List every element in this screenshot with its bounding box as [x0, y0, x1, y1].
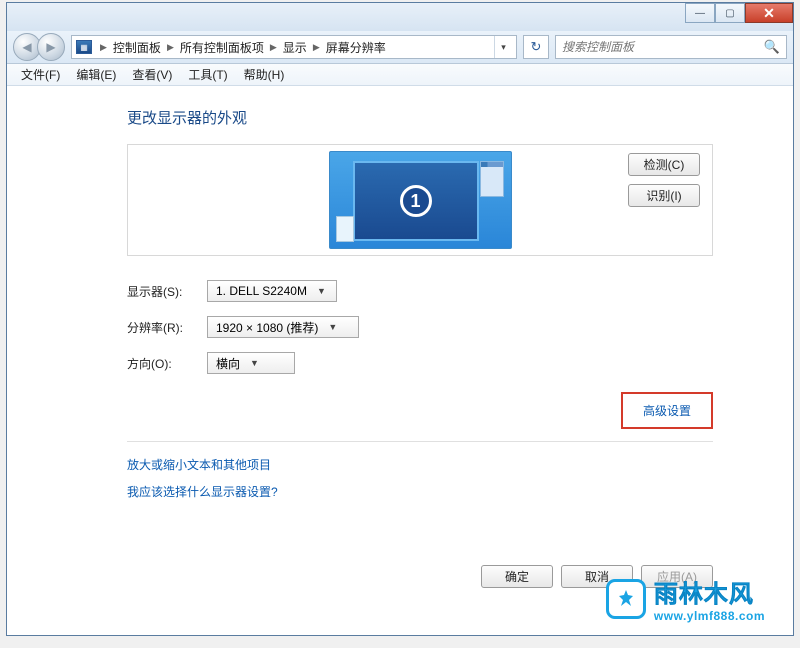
breadcrumb-dropdown[interactable]: ▾: [494, 36, 512, 58]
orientation-value: 横向: [216, 355, 240, 372]
menu-edit[interactable]: 编辑(E): [68, 64, 124, 85]
resolution-label: 分辨率(R):: [127, 319, 207, 336]
display-value: 1. DELL S2240M: [216, 284, 307, 298]
resolution-row: 分辨率(R): 1920 × 1080 (推荐) ▼: [127, 316, 713, 338]
menu-tools[interactable]: 工具(T): [180, 64, 235, 85]
page-heading: 更改显示器的外观: [127, 107, 713, 128]
titlebar: — ▢ ✕: [7, 3, 793, 31]
menu-help[interactable]: 帮助(H): [236, 64, 293, 85]
breadcrumb-seg[interactable]: 控制面板: [111, 39, 163, 56]
menu-bar: 文件(F) 编辑(E) 查看(V) 工具(T) 帮助(H): [7, 64, 793, 86]
chevron-down-icon: ▼: [317, 286, 326, 296]
resolution-dropdown[interactable]: 1920 × 1080 (推荐) ▼: [207, 316, 359, 338]
nav-buttons: ◀ ▶: [13, 33, 65, 61]
brand-logo-icon: [606, 579, 646, 619]
display-preview-box: 1 检测(C) 识别(I): [127, 144, 713, 256]
advanced-row: 高级设置: [127, 392, 713, 429]
display-row: 显示器(S): 1. DELL S2240M ▼: [127, 280, 713, 302]
chevron-right-icon: ▶: [309, 42, 324, 53]
ok-button[interactable]: 确定: [481, 565, 553, 588]
menu-file[interactable]: 文件(F): [13, 64, 68, 85]
chevron-right-icon: ▶: [163, 42, 178, 53]
monitor-thumb: [336, 216, 354, 242]
search-input[interactable]: [562, 40, 764, 54]
advanced-highlight: 高级设置: [621, 392, 713, 429]
divider: [127, 441, 713, 442]
monitor-number-badge: 1: [400, 185, 432, 217]
brand-url: www.ylmf888.com: [654, 609, 765, 623]
forward-button[interactable]: ▶: [37, 33, 65, 61]
orientation-row: 方向(O): 横向 ▼: [127, 352, 713, 374]
monitor-arrangement[interactable]: 1: [329, 151, 512, 249]
search-icon[interactable]: 🔍: [764, 39, 780, 55]
orientation-dropdown[interactable]: 横向 ▼: [207, 352, 295, 374]
preview-side-buttons: 检测(C) 识别(I): [628, 153, 700, 207]
display-label: 显示器(S):: [127, 283, 207, 300]
breadcrumb-seg[interactable]: 显示: [281, 39, 309, 56]
chevron-down-icon: ▼: [250, 358, 259, 368]
resolution-value: 1920 × 1080 (推荐): [216, 319, 318, 336]
brand-text: 雨林木风 www.ylmf888.com: [654, 574, 765, 623]
menu-view[interactable]: 查看(V): [124, 64, 180, 85]
search-box[interactable]: 🔍: [555, 35, 787, 59]
maximize-button[interactable]: ▢: [715, 3, 745, 23]
monitor-secondary[interactable]: [480, 161, 504, 197]
help-link[interactable]: 我应该选择什么显示器设置?: [127, 483, 713, 500]
chevron-right-icon: ▶: [96, 42, 111, 53]
detect-button[interactable]: 检测(C): [628, 153, 700, 176]
breadcrumb-seg[interactable]: 所有控制面板项: [178, 39, 266, 56]
orientation-label: 方向(O):: [127, 355, 207, 372]
content-area: 更改显示器的外观 1 检测(C) 识别(I) 显示器(S): 1. DELL S…: [7, 87, 793, 635]
breadcrumb-seg[interactable]: 屏幕分辨率: [324, 39, 388, 56]
text-size-link[interactable]: 放大或缩小文本和其他项目: [127, 456, 713, 473]
monitor-1[interactable]: 1: [353, 161, 479, 241]
refresh-button[interactable]: ↻: [523, 35, 549, 59]
brand-title: 雨林木风: [654, 574, 754, 609]
control-panel-icon: ▦: [76, 40, 92, 54]
window-controls: — ▢ ✕: [685, 3, 793, 23]
minimize-button[interactable]: —: [685, 3, 715, 23]
display-dropdown[interactable]: 1. DELL S2240M ▼: [207, 280, 337, 302]
breadcrumb[interactable]: ▦ ▶ 控制面板 ▶ 所有控制面板项 ▶ 显示 ▶ 屏幕分辨率 ▾: [71, 35, 517, 59]
brand-watermark: 雨林木风 www.ylmf888.com: [606, 574, 765, 623]
chevron-down-icon: ▼: [328, 322, 337, 332]
advanced-settings-link[interactable]: 高级设置: [643, 404, 691, 418]
close-button[interactable]: ✕: [745, 3, 793, 23]
close-icon: ✕: [763, 5, 775, 22]
address-bar: ◀ ▶ ▦ ▶ 控制面板 ▶ 所有控制面板项 ▶ 显示 ▶ 屏幕分辨率 ▾ ↻ …: [7, 31, 793, 64]
chevron-right-icon: ▶: [266, 42, 281, 53]
identify-button[interactable]: 识别(I): [628, 184, 700, 207]
control-panel-window: — ▢ ✕ ◀ ▶ ▦ ▶ 控制面板 ▶ 所有控制面板项 ▶ 显示 ▶ 屏幕分辨…: [6, 2, 794, 636]
